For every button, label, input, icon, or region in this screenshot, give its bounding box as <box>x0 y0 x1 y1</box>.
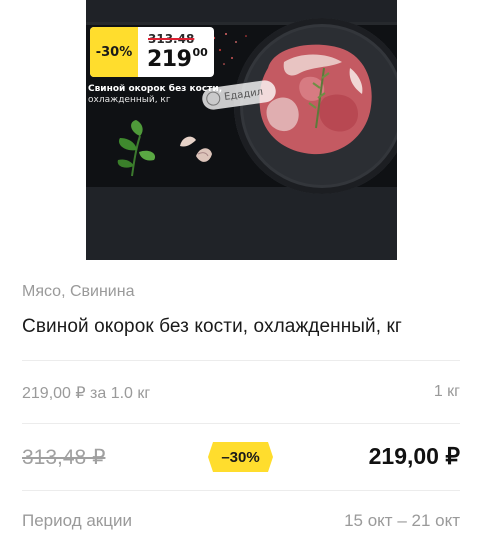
product-image[interactable]: Едадил -30% 313.48 21900 Свиной окорок б… <box>86 0 397 260</box>
product-category: Мясо, Свинина <box>22 283 135 300</box>
unit-price: 219,00 ₽ за 1.0 кг <box>22 385 151 402</box>
sticker-price-cents: 00 <box>192 46 208 59</box>
garlic-icon <box>180 136 212 162</box>
image-product-name: Свиной окорок без кости, <box>88 84 223 94</box>
discount-badge: –30% <box>208 442 273 472</box>
image-product-unit: охлажденный, кг <box>88 95 171 105</box>
divider <box>22 490 460 491</box>
sticker-old-price: 313.48 <box>148 32 195 46</box>
sticker-new-price: 21900 <box>147 46 208 72</box>
unit-amount: 1 кг <box>433 383 460 400</box>
promo-period-value: 15 окт – 21 окт <box>344 511 460 530</box>
image-bottom-area <box>86 187 397 260</box>
basil-icon <box>117 120 156 177</box>
divider <box>22 423 460 424</box>
new-price: 219,00 ₽ <box>368 443 460 469</box>
sticker-discount: -30% <box>90 27 138 77</box>
old-price: 313,48 ₽ <box>22 446 106 469</box>
sticker-price-integer: 219 <box>147 47 192 72</box>
divider <box>22 360 460 361</box>
price-sticker: -30% 313.48 21900 <box>90 27 214 77</box>
promo-period-label: Период акции <box>22 511 132 530</box>
product-title: Свиной окорок без кости, охлажденный, кг <box>22 316 402 337</box>
